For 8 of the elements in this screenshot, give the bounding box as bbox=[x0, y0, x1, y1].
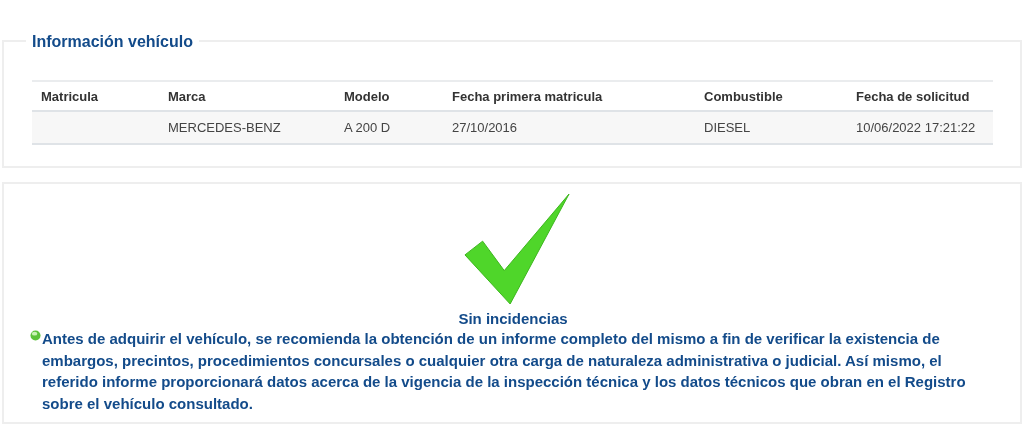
result-title: Sin incidencias bbox=[458, 310, 568, 327]
result-message: Antes de adquirir el vehículo, se recomienda la obtención de un informe completo del mismo a fin de verificar la existencia de embargos, precintos, procedimientos concursales o cualquier otra carga de naturaleza administrativa o judicial. Así mismo, el referido informe proporcionará datos acerca de la vigencia de la inspección técnica y los datos técnicos que obran en el Registro sobre el vehículo consultado. bbox=[42, 329, 967, 414]
table-cell: A 200 D bbox=[344, 120, 391, 135]
table-cell: 10/06/2022 17:21:22 bbox=[856, 120, 976, 135]
table-cell: MERCEDES-BENZ bbox=[168, 120, 281, 135]
table-cell: DIESEL bbox=[704, 120, 751, 135]
table-cell: 27/10/2016 bbox=[452, 120, 518, 135]
bullet-icon bbox=[30, 330, 41, 341]
